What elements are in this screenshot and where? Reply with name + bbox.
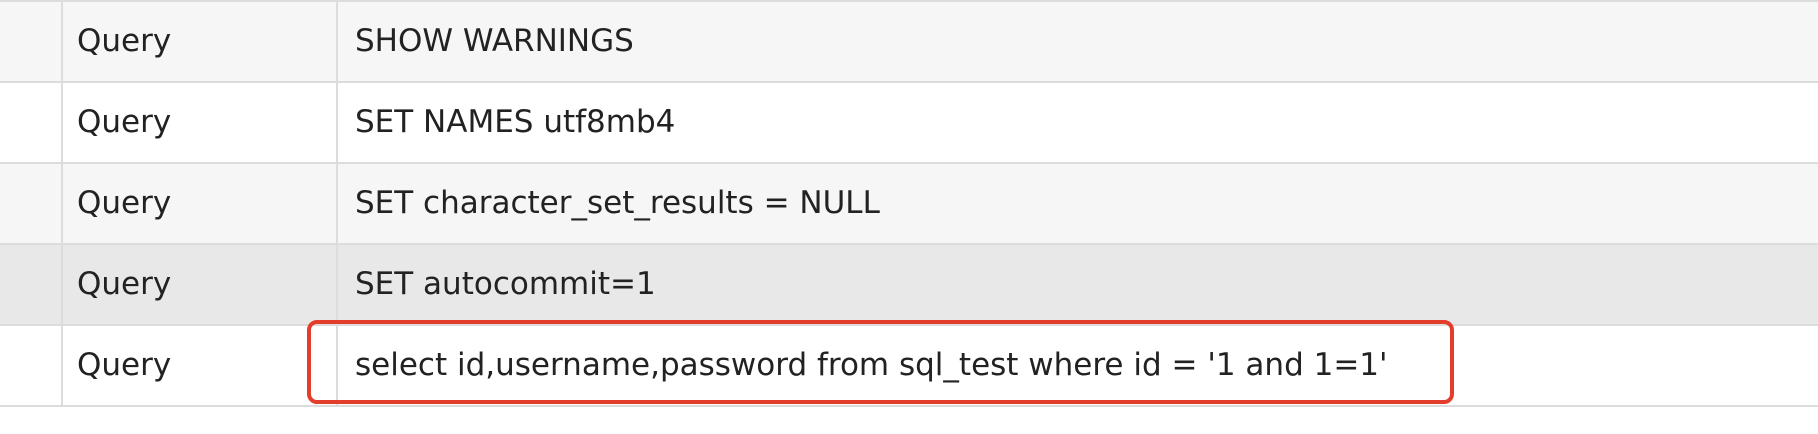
table-row[interactable]: Query select id,username,password from s… <box>0 326 1818 407</box>
row-gutter-cell <box>0 245 63 324</box>
row-gutter-cell <box>0 326 63 405</box>
argument-cell: SET character_set_results = NULL <box>355 185 880 221</box>
command-type-cell: Query <box>63 326 338 405</box>
row-gutter-cell <box>0 2 63 81</box>
table-row[interactable]: Query SET NAMES utf8mb4 <box>0 83 1818 164</box>
general-log-table: Query SHOW WARNINGS Query SET NAMES utf8… <box>0 0 1818 407</box>
table-row-selected[interactable]: Query SET autocommit=1 <box>0 245 1818 326</box>
command-type-cell: Query <box>63 245 338 324</box>
argument-cell: SHOW WARNINGS <box>355 23 634 59</box>
command-type-cell: Query <box>63 83 338 162</box>
argument-cell: SET NAMES utf8mb4 <box>355 104 676 140</box>
command-type-cell: Query <box>63 2 338 81</box>
table-row[interactable]: Query SHOW WARNINGS <box>0 2 1818 83</box>
argument-cell: SET autocommit=1 <box>355 266 656 302</box>
argument-cell: select id,username,password from sql_tes… <box>355 347 1388 383</box>
row-gutter-cell <box>0 164 63 243</box>
command-type-cell: Query <box>63 164 338 243</box>
table-row[interactable]: Query SET character_set_results = NULL <box>0 164 1818 245</box>
row-gutter-cell <box>0 83 63 162</box>
